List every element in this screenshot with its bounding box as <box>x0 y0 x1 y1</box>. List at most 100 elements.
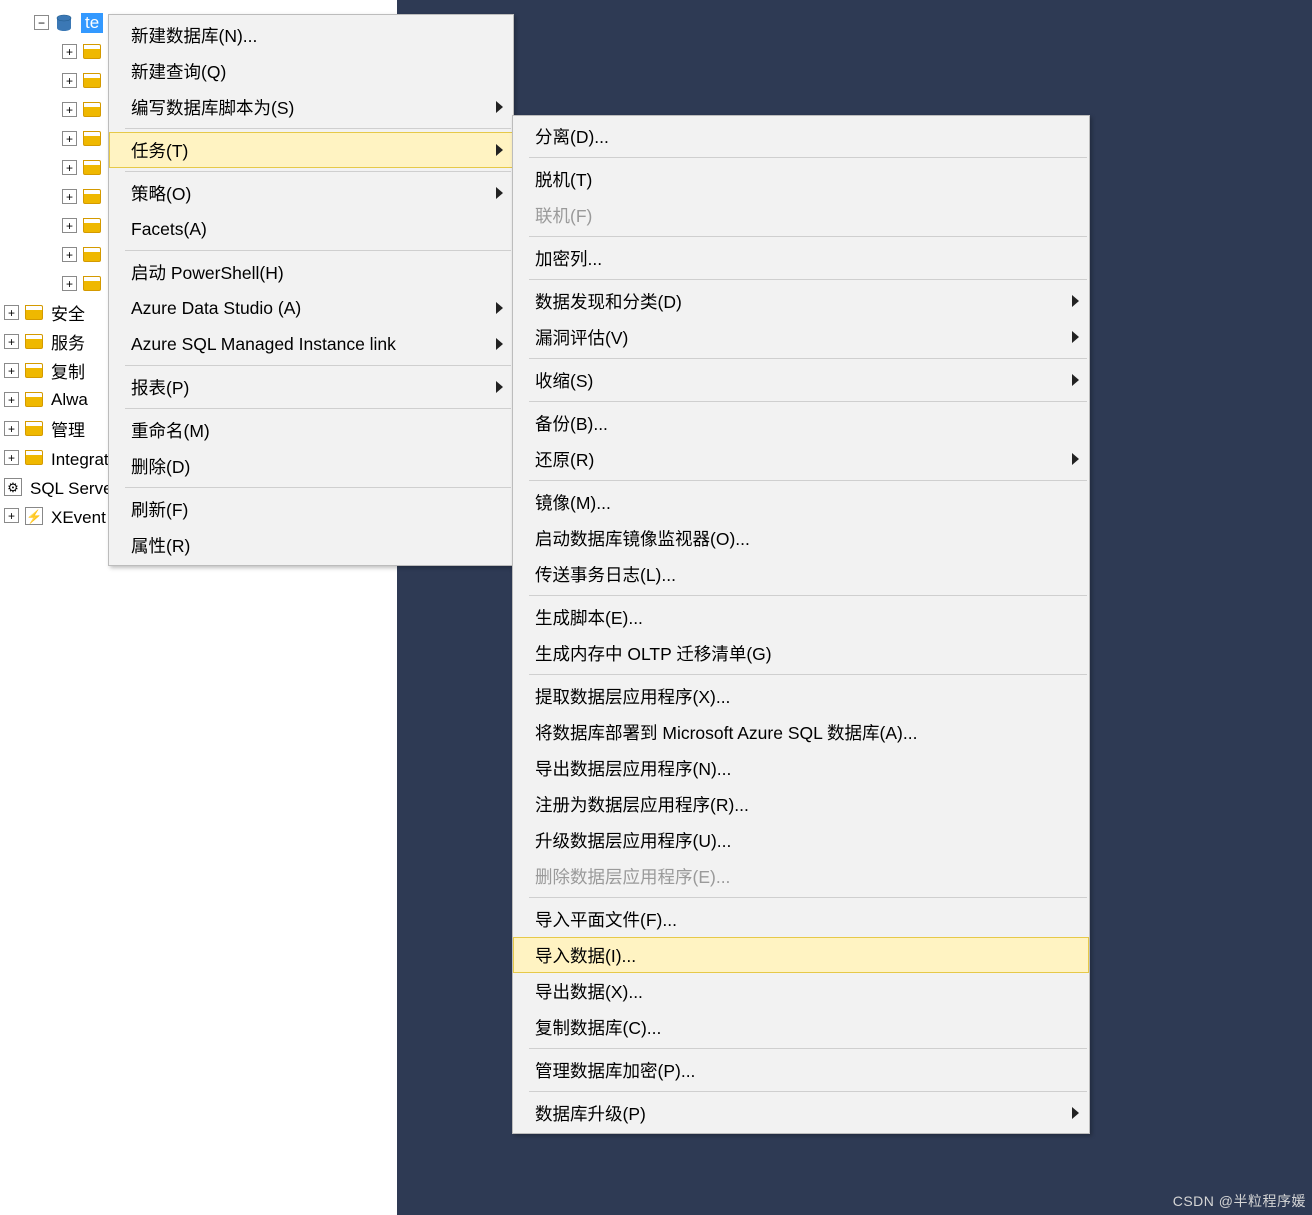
menu-item-label: 报表(P) <box>131 375 189 400</box>
menu-item[interactable]: 导出数据层应用程序(N)... <box>513 750 1089 786</box>
expand-icon[interactable] <box>62 160 77 175</box>
menu-item[interactable]: 重命名(M) <box>109 412 513 448</box>
menu-item[interactable]: 新建查询(Q) <box>109 53 513 89</box>
menu-item[interactable]: 生成内存中 OLTP 迁移清单(G) <box>513 635 1089 671</box>
menu-item[interactable]: 还原(R) <box>513 441 1089 477</box>
expand-icon[interactable] <box>62 189 77 204</box>
menu-item[interactable]: Azure Data Studio (A) <box>109 290 513 326</box>
expand-icon[interactable] <box>62 73 77 88</box>
menu-item[interactable]: 属性(R) <box>109 527 513 563</box>
menu-separator <box>529 897 1087 898</box>
expand-icon[interactable] <box>62 102 77 117</box>
collapse-icon[interactable] <box>34 15 49 30</box>
expand-icon[interactable] <box>62 218 77 233</box>
menu-item-label: 刷新(F) <box>131 497 188 522</box>
menu-item[interactable]: 升级数据层应用程序(U)... <box>513 822 1089 858</box>
menu-item[interactable]: 备份(B)... <box>513 405 1089 441</box>
menu-item-label: 新建数据库(N)... <box>131 23 257 48</box>
expand-icon[interactable] <box>62 247 77 262</box>
menu-item[interactable]: 数据库升级(P) <box>513 1095 1089 1131</box>
menu-item[interactable]: 收缩(S) <box>513 362 1089 398</box>
menu-item[interactable]: 镜像(M)... <box>513 484 1089 520</box>
expand-icon[interactable] <box>4 508 19 523</box>
watermark: CSDN @半粒程序媛 <box>1173 1191 1306 1211</box>
menu-item[interactable]: 删除(D) <box>109 448 513 484</box>
tree-node-label: 服务 <box>51 329 85 354</box>
menu-item-label: 联机(F) <box>535 203 592 228</box>
menu-item-label: 生成脚本(E)... <box>535 605 643 630</box>
menu-item-label: 镜像(M)... <box>535 490 611 515</box>
menu-separator <box>125 408 511 409</box>
expand-icon[interactable] <box>4 305 19 320</box>
folder-icon <box>83 73 101 88</box>
menu-item[interactable]: 生成脚本(E)... <box>513 599 1089 635</box>
menu-separator <box>529 674 1087 675</box>
menu-item[interactable]: 启动 PowerShell(H) <box>109 254 513 290</box>
menu-item[interactable]: 脱机(T) <box>513 161 1089 197</box>
menu-item-label: 导入平面文件(F)... <box>535 907 677 932</box>
expand-icon[interactable] <box>4 450 19 465</box>
menu-item-label: 策略(O) <box>131 181 191 206</box>
menu-item-label: 将数据库部署到 Microsoft Azure SQL 数据库(A)... <box>535 720 917 745</box>
menu-item-label: 备份(B)... <box>535 411 608 436</box>
menu-item-label: Facets(A) <box>131 219 207 240</box>
menu-item[interactable]: 导出数据(X)... <box>513 973 1089 1009</box>
menu-item[interactable]: 数据发现和分类(D) <box>513 283 1089 319</box>
menu-item[interactable]: 新建数据库(N)... <box>109 17 513 53</box>
menu-item[interactable]: 加密列... <box>513 240 1089 276</box>
menu-item-label: 管理数据库加密(P)... <box>535 1058 695 1083</box>
tree-node-label: 管理 <box>51 416 85 441</box>
menu-item-label: 导入数据(I)... <box>535 943 636 968</box>
folder-icon <box>83 189 101 204</box>
menu-item[interactable]: 启动数据库镜像监视器(O)... <box>513 520 1089 556</box>
menu-separator <box>529 358 1087 359</box>
tree-node-label: 安全 <box>51 300 85 325</box>
menu-item[interactable]: 漏洞评估(V) <box>513 319 1089 355</box>
menu-item-label: 重命名(M) <box>131 418 210 443</box>
menu-item[interactable]: Facets(A) <box>109 211 513 247</box>
menu-item-label: Azure Data Studio (A) <box>131 298 301 319</box>
expand-icon[interactable] <box>62 276 77 291</box>
folder-icon <box>83 131 101 146</box>
expand-icon[interactable] <box>4 421 19 436</box>
expand-icon[interactable] <box>4 392 19 407</box>
expand-icon[interactable] <box>4 363 19 378</box>
menu-item[interactable]: 提取数据层应用程序(X)... <box>513 678 1089 714</box>
menu-item[interactable]: 分离(D)... <box>513 118 1089 154</box>
menu-separator <box>529 1048 1087 1049</box>
menu-item-label: Azure SQL Managed Instance link <box>131 334 396 355</box>
menu-item-label: 数据库升级(P) <box>535 1101 646 1126</box>
folder-icon <box>25 421 43 436</box>
menu-item[interactable]: 传送事务日志(L)... <box>513 556 1089 592</box>
menu-item[interactable]: 导入平面文件(F)... <box>513 901 1089 937</box>
menu-item-label: 脱机(T) <box>535 167 592 192</box>
menu-item[interactable]: 编写数据库脚本为(S) <box>109 89 513 125</box>
menu-separator <box>529 401 1087 402</box>
menu-item[interactable]: 任务(T) <box>109 132 513 168</box>
menu-item[interactable]: 复制数据库(C)... <box>513 1009 1089 1045</box>
menu-item[interactable]: 注册为数据层应用程序(R)... <box>513 786 1089 822</box>
expand-icon[interactable] <box>62 131 77 146</box>
menu-item-label: 加密列... <box>535 246 602 271</box>
menu-item[interactable]: 报表(P) <box>109 369 513 405</box>
menu-separator <box>125 487 511 488</box>
expand-icon[interactable] <box>4 334 19 349</box>
folder-icon <box>83 102 101 117</box>
menu-item[interactable]: 导入数据(I)... <box>513 937 1089 973</box>
menu-item[interactable]: 策略(O) <box>109 175 513 211</box>
menu-item[interactable]: Azure SQL Managed Instance link <box>109 326 513 362</box>
expand-icon[interactable] <box>62 44 77 59</box>
menu-item-label: 数据发现和分类(D) <box>535 289 682 314</box>
menu-item-label: 导出数据(X)... <box>535 979 643 1004</box>
folder-icon <box>25 392 43 407</box>
menu-item-label: 分离(D)... <box>535 124 609 149</box>
menu-item-label: 删除(D) <box>131 454 190 479</box>
folder-icon <box>25 334 43 349</box>
submenu-arrow-icon <box>1072 1107 1079 1119</box>
menu-item-label: 生成内存中 OLTP 迁移清单(G) <box>535 641 772 666</box>
folder-icon <box>83 247 101 262</box>
submenu-arrow-icon <box>1072 295 1079 307</box>
menu-item[interactable]: 管理数据库加密(P)... <box>513 1052 1089 1088</box>
menu-item[interactable]: 将数据库部署到 Microsoft Azure SQL 数据库(A)... <box>513 714 1089 750</box>
menu-item[interactable]: 刷新(F) <box>109 491 513 527</box>
